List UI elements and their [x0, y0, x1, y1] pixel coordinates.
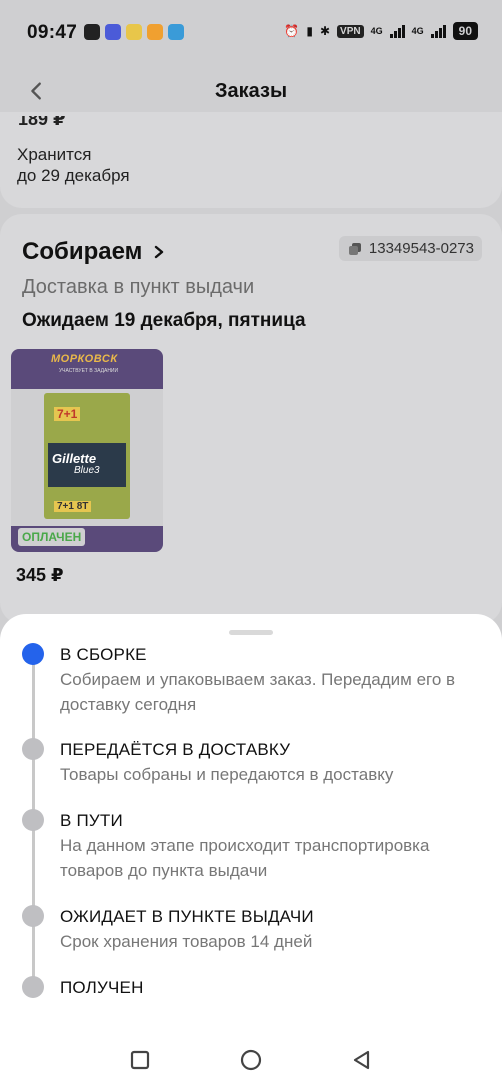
- promo-banner: МОРКОВСК УЧАСТВУЕТ В ЗАДАНИИ: [11, 349, 163, 389]
- square-icon: [130, 1050, 150, 1070]
- vpn-badge: VPN: [337, 24, 364, 38]
- promo-subtitle: УЧАСТВУЕТ В ЗАДАНИИ: [59, 368, 119, 374]
- timeline-dot: [22, 905, 44, 927]
- status-bar: 09:47 ⏰ ▮ ✱ VPN 4G 4G 90: [0, 0, 502, 62]
- step-title: ПОЛУЧЕН: [60, 978, 144, 997]
- app-notification-icon: [147, 24, 163, 40]
- signal-icon: [430, 24, 446, 38]
- circle-icon: [240, 1049, 262, 1071]
- vibrate-icon: ▮: [306, 24, 313, 38]
- timeline-dot: [22, 809, 44, 831]
- page-title: Заказы: [214, 80, 288, 102]
- network-label: 4G: [370, 26, 383, 36]
- step-description: Срок хранения товаров 14 дней: [60, 932, 313, 951]
- timeline-dot-active: [22, 643, 44, 665]
- previous-order-storage-date: до 29 декабря: [17, 166, 130, 185]
- system-icons: ⏰ ▮ ✱ VPN 4G 4G 90: [284, 22, 478, 40]
- notification-icons: [84, 24, 184, 40]
- product-package: 7+1 Gillette Blue3 7+1 8T: [44, 393, 130, 519]
- alarm-icon: ⏰: [284, 24, 300, 38]
- previous-order-price: 189 ₽: [18, 116, 66, 129]
- signal-icon: [389, 24, 405, 38]
- package-model: Blue3: [74, 465, 100, 476]
- paid-badge: ОПЛАЧЕН: [18, 528, 86, 546]
- triangle-back-icon: [353, 1050, 370, 1070]
- promo-logo: МОРКОВСК: [51, 353, 118, 365]
- delivery-type: Доставка в пункт выдачи: [22, 276, 255, 298]
- home-button[interactable]: [239, 1048, 263, 1072]
- telegram-notification-icon: [168, 24, 184, 40]
- step-description: На данном этапе происходит транспортиров…: [60, 836, 430, 880]
- previous-order-card[interactable]: 189 ₽ Хранится до 29 декабря: [0, 112, 502, 208]
- timeline-dot: [22, 738, 44, 760]
- package-promo: 7+1: [54, 407, 81, 421]
- chevron-right-icon: [155, 245, 164, 259]
- package-promo-bottom: 7+1 8T: [54, 501, 92, 512]
- battery-indicator: 90: [452, 22, 478, 40]
- step-title: ПЕРЕДАЁТСЯ В ДОСТАВКУ: [60, 740, 291, 759]
- order-status-link[interactable]: Собираем: [22, 238, 166, 266]
- step-description: Товары собраны и передаются в доставку: [60, 765, 394, 784]
- order-number-copy[interactable]: 13349543-0273: [338, 236, 482, 261]
- order-number: 13349543-0273: [368, 240, 474, 257]
- package-brand: Gillette: [52, 451, 97, 466]
- app-notification-icon: [84, 24, 100, 40]
- status-bottom-sheet: В СБОРКЕ Собираем и упаковываем заказ. П…: [0, 614, 502, 1090]
- step-title: ОЖИДАЕТ В ПУНКТЕ ВЫДАЧИ: [60, 907, 314, 926]
- sheet-drag-handle[interactable]: [229, 630, 273, 635]
- system-nav-bar: [0, 1028, 502, 1090]
- network-label: 4G: [411, 26, 424, 36]
- step-title: В ПУТИ: [60, 811, 123, 830]
- order-status: Собираем: [22, 238, 143, 265]
- ozon-notification-icon: [105, 24, 121, 40]
- expected-delivery: Ожидаем 19 декабря, пятница: [22, 310, 306, 331]
- timeline-dot: [22, 976, 44, 998]
- order-price: 345 ₽: [16, 565, 64, 585]
- step-description: Собираем и упаковываем заказ. Передадим …: [60, 670, 456, 714]
- step-title: В СБОРКЕ: [60, 645, 147, 664]
- bluetooth-icon: ✱: [319, 24, 331, 38]
- copy-icon: [348, 242, 361, 255]
- product-image[interactable]: МОРКОВСК УЧАСТВУЕТ В ЗАДАНИИ 7+1 Gillett…: [11, 349, 163, 552]
- recent-apps-button[interactable]: [128, 1048, 152, 1072]
- order-card[interactable]: Собираем 13349543-0273 Доставка в пункт …: [0, 214, 502, 624]
- nav-back-button[interactable]: [350, 1048, 374, 1072]
- status-time: 09:47: [27, 22, 78, 43]
- previous-order-storage-label: Хранится: [17, 145, 92, 164]
- app-notification-icon: [126, 24, 142, 40]
